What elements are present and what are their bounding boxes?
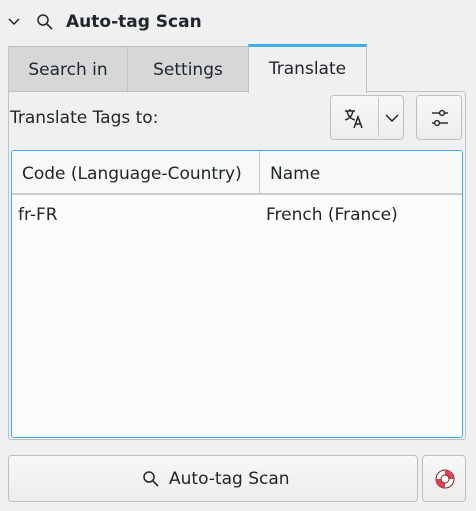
translate-tags-label: Translate Tags to: bbox=[10, 108, 159, 128]
help-button[interactable] bbox=[422, 455, 466, 502]
column-separator[interactable] bbox=[259, 151, 260, 193]
cell-name: French (France) bbox=[266, 205, 398, 225]
tab-settings[interactable]: Settings bbox=[127, 46, 249, 92]
table-row[interactable]: fr-FR French (France) bbox=[12, 195, 462, 233]
section-header[interactable]: Auto-tag Scan bbox=[0, 0, 476, 46]
tab-translate[interactable]: Translate bbox=[248, 44, 367, 93]
cell-code: fr-FR bbox=[18, 205, 58, 225]
combo-separator bbox=[378, 98, 379, 137]
table-header: Code (Language-Country) Name bbox=[12, 151, 462, 195]
language-select-button[interactable] bbox=[330, 95, 404, 140]
column-header-name[interactable]: Name bbox=[270, 151, 320, 193]
chevron-down-icon[interactable] bbox=[6, 14, 22, 30]
tab-search-in[interactable]: Search in bbox=[8, 46, 128, 92]
configure-button[interactable] bbox=[416, 95, 462, 140]
scan-button-label: Auto-tag Scan bbox=[169, 469, 290, 489]
search-icon bbox=[143, 471, 159, 487]
language-table[interactable]: Code (Language-Country) Name fr-FR Frenc… bbox=[11, 150, 463, 438]
auto-tag-scan-button[interactable]: Auto-tag Scan bbox=[8, 455, 418, 502]
section-title: Auto-tag Scan bbox=[66, 12, 202, 32]
chevron-down-icon[interactable] bbox=[383, 110, 401, 126]
column-header-code[interactable]: Code (Language-Country) bbox=[22, 151, 242, 193]
translate-icon bbox=[344, 109, 363, 129]
tab-bar: Search in Settings Translate bbox=[8, 44, 470, 93]
sliders-icon bbox=[432, 109, 448, 127]
lifebuoy-icon bbox=[435, 469, 455, 489]
search-icon bbox=[37, 14, 53, 30]
